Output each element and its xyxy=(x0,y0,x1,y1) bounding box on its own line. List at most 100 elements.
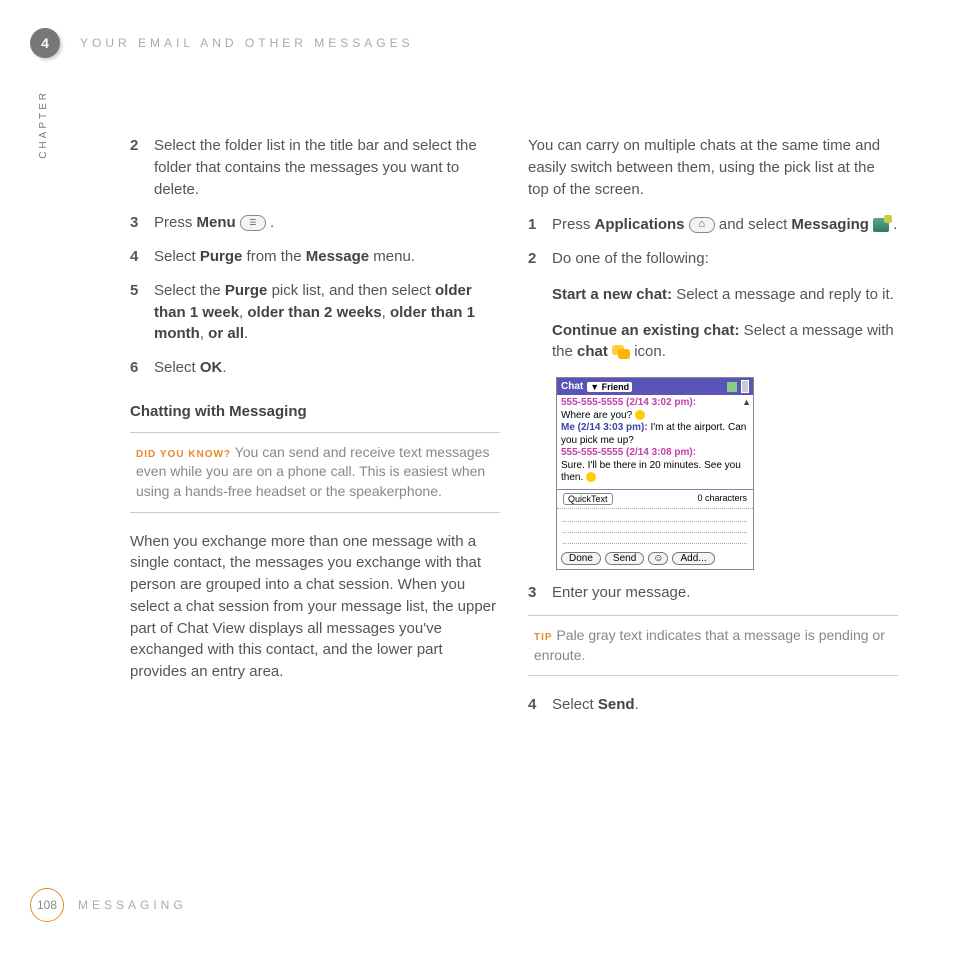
bold: Messaging xyxy=(791,216,869,233)
text: Select xyxy=(154,248,200,265)
step-number: 4 xyxy=(528,694,552,716)
content-columns: 2 Select the folder list in the title ba… xyxy=(130,135,900,728)
bold: older than 2 weeks xyxy=(247,304,381,321)
step-text: Select Purge from the Message menu. xyxy=(154,246,500,268)
step-text: Do one of the following: xyxy=(552,248,898,270)
step-text: Select the folder list in the title bar … xyxy=(154,135,500,200)
tip-tag: TIP xyxy=(534,632,553,643)
chapter-number-badge: 4 xyxy=(30,28,60,58)
text: Select xyxy=(154,359,200,376)
text: from the xyxy=(242,248,305,265)
bold: Purge xyxy=(225,282,268,299)
step-3: 3 Enter your message. xyxy=(528,582,898,604)
step-5: 5 Select the Purge pick list, and then s… xyxy=(130,280,500,345)
step-number: 3 xyxy=(528,582,552,604)
step-text: Press Applications and select Messaging … xyxy=(552,214,898,236)
step-4: 4 Select Send. xyxy=(528,694,898,716)
text: Press xyxy=(552,216,595,233)
emoji-icon xyxy=(635,410,645,420)
footer-section-title: MESSAGING xyxy=(78,898,187,912)
shot-title-text: Chat xyxy=(561,381,583,392)
dyk-tag: DID YOU KNOW? xyxy=(136,449,231,460)
step-text: Select the Purge pick list, and then sel… xyxy=(154,280,500,345)
right-column: You can carry on multiple chats at the s… xyxy=(528,135,898,728)
emoji-icon xyxy=(586,472,596,482)
chat-screenshot: Chat ▼ Friend ▲ 555-555-5555 (2/14 3:02 … xyxy=(556,377,754,570)
text: . xyxy=(244,325,248,342)
bold: or all xyxy=(208,325,244,342)
body-paragraph: When you exchange more than one message … xyxy=(130,531,500,683)
step-4: 4 Select Purge from the Message menu. xyxy=(130,246,500,268)
shot-incoming-header: 555-555-5555 (2/14 3:02 pm): xyxy=(561,397,696,408)
subsection-heading: Chatting with Messaging xyxy=(130,403,500,420)
step-2: 2 Select the folder list in the title ba… xyxy=(130,135,500,200)
bold: Purge xyxy=(200,248,243,265)
page-footer: 108 MESSAGING xyxy=(30,888,187,922)
bold: Continue an existing chat: xyxy=(552,322,740,339)
scroll-up-icon: ▲ xyxy=(742,397,751,408)
step-text: Enter your message. xyxy=(552,582,898,604)
shot-input-area xyxy=(557,509,753,548)
text: . xyxy=(266,214,274,231)
tip-text: Pale gray text indicates that a message … xyxy=(534,627,885,663)
step-3: 3 Press Menu . xyxy=(130,212,500,234)
bold: Start a new chat: xyxy=(552,286,672,303)
option-start-chat: Start a new chat: Select a message and r… xyxy=(552,284,898,306)
bold: Send xyxy=(598,696,635,713)
option-continue-chat: Continue an existing chat: Select a mess… xyxy=(552,320,898,364)
step-number: 2 xyxy=(130,135,154,200)
step-2: 2 Do one of the following: xyxy=(528,248,898,270)
shot-conversation: ▲ 555-555-5555 (2/14 3:02 pm): Where are… xyxy=(557,395,753,490)
text: Select a message and reply to it. xyxy=(672,286,894,303)
text: and select xyxy=(715,216,792,233)
shot-titlebar: Chat ▼ Friend xyxy=(557,378,753,395)
text: Press xyxy=(154,214,197,231)
step-text: Select OK. xyxy=(154,357,500,379)
applications-icon xyxy=(689,217,715,233)
chapter-side-label: CHAPTER xyxy=(38,90,49,159)
shot-status-icons xyxy=(727,380,749,393)
text: menu. xyxy=(369,248,415,265)
shot-msg-text: Where are you? xyxy=(561,410,635,421)
shot-buttons-row: Done Send ☺ Add... xyxy=(557,548,753,569)
menu-icon xyxy=(240,215,266,231)
shot-me-header: Me (2/14 3:03 pm): xyxy=(561,422,648,433)
step-6: 6 Select OK. xyxy=(130,357,500,379)
step-number: 3 xyxy=(130,212,154,234)
step-text: Select Send. xyxy=(552,694,898,716)
step-1: 1 Press Applications and select Messagin… xyxy=(528,214,898,236)
step-number: 6 xyxy=(130,357,154,379)
shot-dropdown: ▼ Friend xyxy=(587,382,632,392)
send-button: Send xyxy=(605,552,644,565)
intro-paragraph: You can carry on multiple chats at the s… xyxy=(528,135,898,200)
left-column: 2 Select the folder list in the title ba… xyxy=(130,135,500,728)
bold: OK xyxy=(200,359,223,376)
bold: chat xyxy=(577,343,608,360)
text: , xyxy=(200,325,208,342)
text: . xyxy=(222,359,226,376)
page-number: 108 xyxy=(30,888,64,922)
step-number: 2 xyxy=(528,248,552,270)
text: pick list, and then select xyxy=(267,282,435,299)
shot-input-meta: QuickText 0 characters xyxy=(557,490,753,509)
top-chapter-title: YOUR EMAIL AND OTHER MESSAGES xyxy=(80,36,414,50)
messaging-icon xyxy=(873,218,889,232)
text: , xyxy=(382,304,390,321)
add-button: Add... xyxy=(672,552,714,565)
text: Select xyxy=(552,696,598,713)
step-number: 1 xyxy=(528,214,552,236)
bold: Applications xyxy=(595,216,685,233)
char-count: 0 characters xyxy=(697,493,747,505)
chat-icon xyxy=(612,345,630,359)
text: . xyxy=(635,696,639,713)
emoji-button: ☺ xyxy=(648,552,668,565)
bold: Menu xyxy=(197,214,236,231)
shot-incoming-header: 555-555-5555 (2/14 3:08 pm): xyxy=(561,447,696,458)
battery-icon xyxy=(741,380,749,393)
did-you-know-box: DID YOU KNOW? You can send and receive t… xyxy=(130,432,500,513)
bold: Message xyxy=(306,248,369,265)
step-text: Press Menu . xyxy=(154,212,500,234)
text: icon. xyxy=(630,343,666,360)
signal-icon xyxy=(727,382,737,392)
done-button: Done xyxy=(561,552,601,565)
